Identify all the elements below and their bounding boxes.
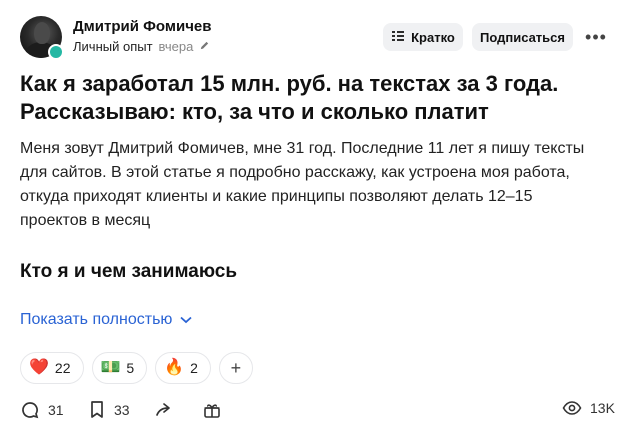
fire-icon: 🔥 (164, 359, 185, 376)
category-label[interactable]: Личный опыт (73, 39, 153, 54)
views-count: 13K (590, 400, 615, 416)
heart-icon: ❤️ (29, 359, 49, 376)
add-reaction-button[interactable]: + (218, 352, 253, 384)
post-footer: 31 33 13K (20, 400, 616, 424)
verified-badge-icon (48, 44, 64, 60)
eye-icon (562, 400, 582, 416)
author-name[interactable]: Дмитрий Фомичев (73, 18, 211, 35)
edited-pencil-icon (199, 40, 210, 54)
post-time: вчера (158, 39, 194, 54)
show-more-label: Показать полностью (20, 311, 173, 328)
comments-button[interactable]: 31 (20, 400, 64, 420)
share-button[interactable] (154, 400, 174, 420)
bookmark-icon (88, 400, 106, 420)
article-title[interactable]: Как я заработал 15 млн. руб. на текстах … (20, 70, 610, 126)
reaction-heart[interactable]: ❤️ 22 (20, 352, 84, 384)
comments-count: 31 (48, 402, 64, 418)
avatar-face (34, 22, 50, 44)
gift-icon (202, 400, 222, 420)
brief-button[interactable]: Кратко (383, 23, 463, 51)
reactions-bar: ❤️ 22 💵 5 🔥 2 + (20, 352, 253, 384)
post-card: Дмитрий Фомичев Личный опыт вчера Кратко… (0, 0, 630, 443)
reaction-count: 5 (126, 360, 135, 376)
reaction-count: 22 (54, 360, 71, 376)
more-options-icon[interactable]: ••• (582, 23, 610, 51)
brief-icon (391, 30, 405, 45)
gift-button[interactable] (202, 400, 222, 420)
show-more-link[interactable]: Показать полностью (20, 311, 193, 329)
views-counter: 13K (562, 400, 615, 416)
brief-label: Кратко (411, 29, 455, 45)
reaction-count: 2 (190, 360, 198, 376)
article-lead: Меня зовут Дмитрий Фомичев, мне 31 год. … (20, 140, 585, 229)
post-meta: Личный опыт вчера (73, 39, 210, 54)
post-header: Дмитрий Фомичев Личный опыт вчера Кратко… (20, 16, 620, 60)
share-arrow-icon (154, 400, 174, 420)
article-subheading: Кто я и чем занимаюсь (20, 261, 238, 282)
subscribe-button[interactable]: Подписаться (472, 23, 573, 51)
chevron-down-icon (180, 311, 193, 329)
reaction-money[interactable]: 💵 5 (91, 352, 148, 384)
bookmarks-count: 33 (114, 402, 130, 418)
comment-icon (20, 400, 40, 420)
reaction-fire[interactable]: 🔥 2 (155, 352, 211, 384)
bookmark-button[interactable]: 33 (88, 400, 130, 420)
money-icon: 💵 (100, 359, 121, 376)
